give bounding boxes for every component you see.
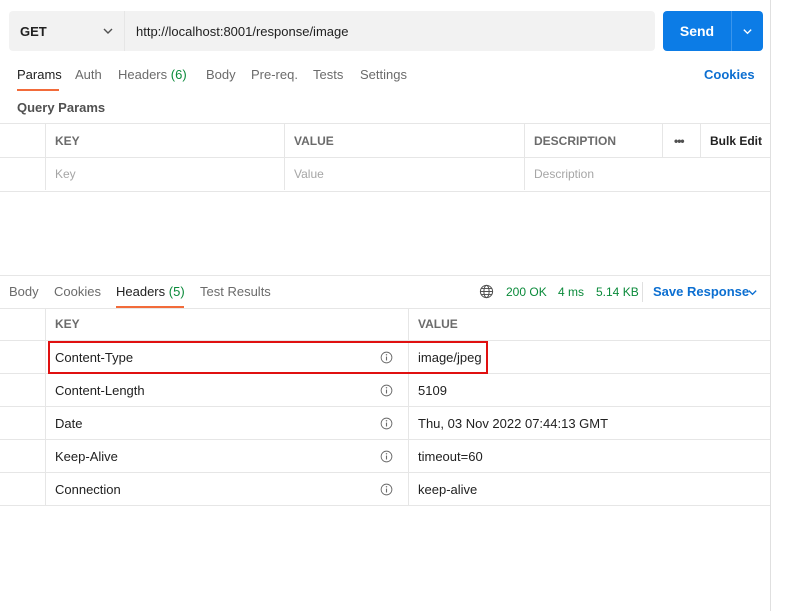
column-divider (284, 124, 285, 190)
info-icon[interactable] (380, 450, 393, 463)
method-select[interactable]: GET (9, 11, 125, 51)
info-icon[interactable] (380, 483, 393, 496)
tab-headers-label: Headers (118, 67, 168, 82)
column-divider (700, 124, 701, 157)
info-icon[interactable] (380, 417, 393, 430)
highlight-box (48, 341, 488, 374)
header-value: keep-alive (418, 482, 478, 497)
table-divider (0, 157, 770, 158)
column-divider (662, 124, 663, 157)
table-row: Keep-Alive timeout=60 (0, 440, 770, 473)
query-params-title: Query Params (17, 100, 106, 115)
table-row: Connection keep-alive (0, 473, 770, 506)
cookies-link[interactable]: Cookies (704, 67, 755, 82)
method-label: GET (20, 23, 47, 39)
separator (642, 282, 643, 302)
table-header-row: KEY VALUE (0, 308, 770, 341)
bulk-edit-button[interactable]: Bulk Edit (710, 134, 762, 148)
column-divider (524, 124, 525, 190)
globe-icon[interactable] (479, 284, 494, 299)
url-text: http://localhost:8001/response/image (136, 23, 349, 39)
column-divider (45, 124, 46, 190)
header-value: 5109 (418, 383, 447, 398)
status-code[interactable]: 200 OK (506, 285, 547, 299)
value-input[interactable]: Value (294, 167, 324, 181)
header-value: timeout=60 (418, 449, 483, 464)
tab-tests[interactable]: Tests (313, 67, 343, 82)
app-frame: GET http://localhost:8001/response/image… (0, 0, 771, 611)
url-input[interactable]: http://localhost:8001/response/image (125, 11, 655, 51)
tab-test-results[interactable]: Test Results (200, 284, 271, 299)
tab-response-cookies[interactable]: Cookies (54, 284, 101, 299)
header-key: Keep-Alive (55, 449, 118, 464)
tab-settings[interactable]: Settings (360, 67, 407, 82)
send-button[interactable]: Send (663, 11, 763, 51)
send-label: Send (679, 23, 715, 39)
tab-body[interactable]: Body (206, 67, 236, 82)
column-header-value: VALUE (294, 134, 334, 148)
chevron-down-icon (743, 28, 752, 34)
tab-headers[interactable]: Headers (6) (118, 67, 187, 82)
header-key: Date (55, 416, 83, 431)
save-response-button[interactable]: Save Response (653, 284, 749, 299)
tab-headers-count: (6) (170, 67, 187, 82)
active-tab-indicator (17, 89, 59, 91)
column-header-value: VALUE (418, 317, 458, 331)
column-header-key: KEY (55, 134, 80, 148)
description-input[interactable]: Description (534, 167, 594, 181)
tab-response-body[interactable]: Body (9, 284, 39, 299)
response-size[interactable]: 5.14 KB (596, 285, 639, 299)
query-params-table: KEY VALUE DESCRIPTION ••• Bulk Edit Key … (0, 123, 770, 192)
column-header-description: DESCRIPTION (534, 134, 617, 148)
table-row: Date Thu, 03 Nov 2022 07:44:13 GMT (0, 407, 770, 440)
key-input[interactable]: Key (55, 167, 76, 181)
header-key: Content-Length (55, 383, 145, 398)
pane-divider[interactable] (0, 275, 770, 276)
more-options-icon[interactable]: ••• (674, 134, 685, 148)
tab-response-headers[interactable]: Headers (5) (116, 284, 185, 299)
header-value: Thu, 03 Nov 2022 07:44:13 GMT (418, 416, 609, 431)
tab-prereq[interactable]: Pre-req. (251, 67, 298, 82)
send-options-button[interactable] (732, 11, 763, 51)
tab-params[interactable]: Params (17, 67, 62, 82)
response-time[interactable]: 4 ms (558, 285, 584, 299)
header-key: Connection (55, 482, 121, 497)
chevron-down-icon[interactable] (747, 287, 758, 298)
info-icon[interactable] (380, 384, 393, 397)
column-header-key: KEY (55, 317, 80, 331)
tab-auth[interactable]: Auth (75, 67, 102, 82)
tab-response-headers-label: Headers (116, 284, 166, 299)
table-row: Content-Length 5109 (0, 374, 770, 407)
chevron-down-icon (103, 28, 113, 34)
tab-response-headers-count: (5) (168, 284, 185, 299)
